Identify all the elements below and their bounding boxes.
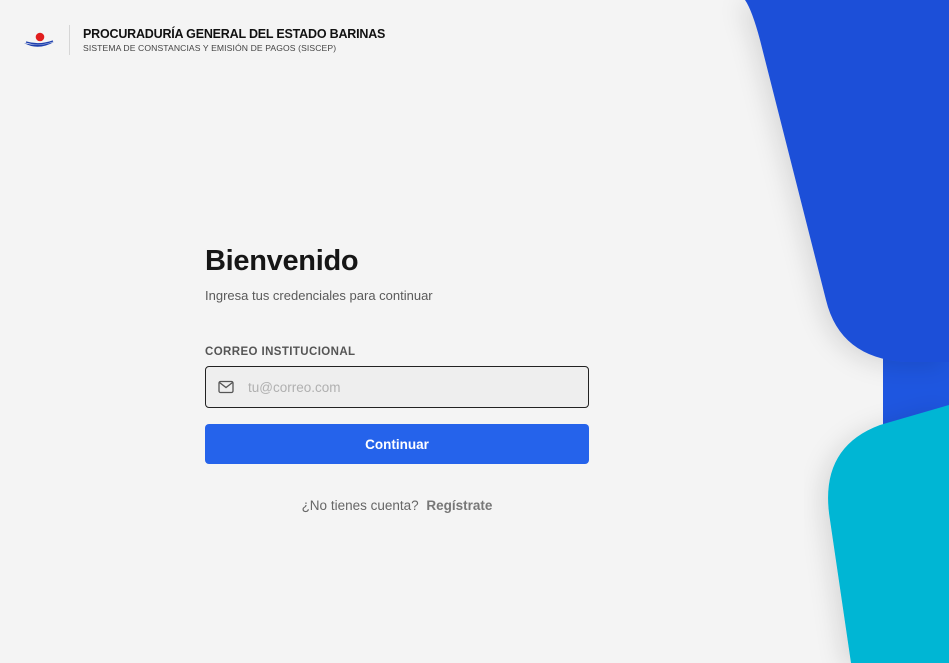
decor-cyan-shape <box>828 405 949 663</box>
email-label: CORREO INSTITUCIONAL <box>205 346 356 358</box>
decor-strip <box>883 340 949 440</box>
email-field-container[interactable] <box>205 366 589 408</box>
mail-icon <box>218 380 234 394</box>
no-account-text: ¿No tienes cuenta? <box>301 498 419 513</box>
app-header: PROCURADURÍA GENERAL DEL ESTADO BARINAS … <box>22 24 385 56</box>
header-text: PROCURADURÍA GENERAL DEL ESTADO BARINAS … <box>83 27 385 54</box>
header-divider <box>69 25 70 55</box>
system-name: SISTEMA DE CONSTANCIAS Y EMISIÓN DE PAGO… <box>83 42 337 53</box>
login-form: Bienvenido Ingresa tus credenciales para… <box>205 240 589 513</box>
continue-button[interactable]: Continuar <box>205 424 589 464</box>
institution-logo-icon <box>22 29 56 51</box>
decor-blue-shape <box>745 0 949 362</box>
email-input[interactable] <box>246 378 570 396</box>
register-row: ¿No tienes cuenta? Regístrate <box>205 498 589 513</box>
page-title: Bienvenido <box>205 245 359 277</box>
page-subtitle: Ingresa tus credenciales para continuar <box>205 288 433 303</box>
register-link[interactable]: Regístrate <box>426 498 492 513</box>
organization-name: PROCURADURÍA GENERAL DEL ESTADO BARINAS <box>83 26 386 41</box>
login-page: PROCURADURÍA GENERAL DEL ESTADO BARINAS … <box>0 0 949 663</box>
